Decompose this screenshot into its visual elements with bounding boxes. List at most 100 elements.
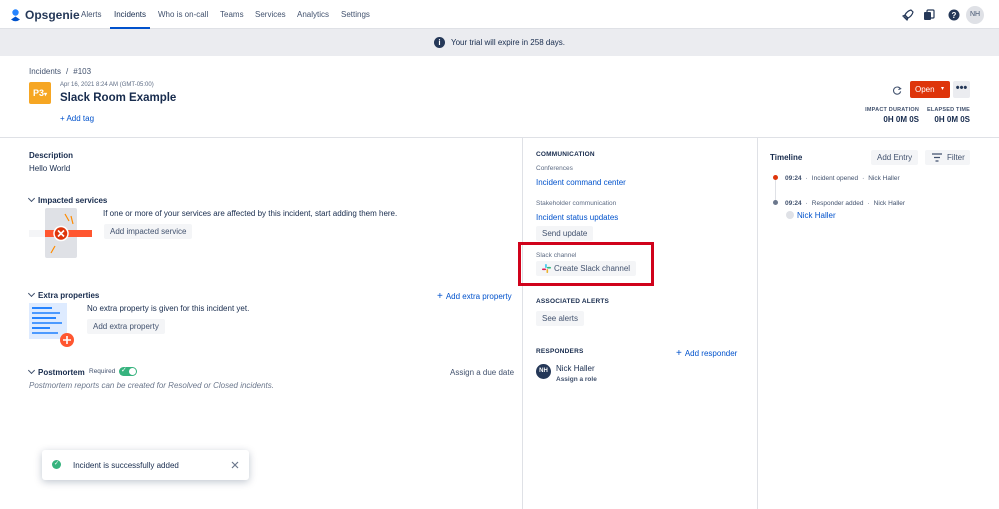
toast-message: Incident is successfully added (73, 461, 179, 470)
trial-banner: i Your trial will expire in 258 days. (0, 29, 999, 56)
app-name: Opsgenie (25, 8, 80, 22)
create-slack-channel-button[interactable]: Create Slack channel (536, 261, 637, 276)
assign-due-date-link[interactable]: Assign a due date (450, 368, 514, 377)
priority-label: P3 (32, 88, 44, 98)
column-divider-right (757, 138, 758, 509)
timeline-separator: · (805, 175, 808, 182)
column-divider-left (522, 138, 523, 509)
impact-duration-label: IMPACT DURATION (865, 107, 919, 113)
user-avatar[interactable]: NH (966, 6, 984, 24)
description-text: Hello World (29, 164, 71, 173)
timeline-time: 09:24 (785, 200, 802, 207)
top-navigation: Opsgenie Alerts Incidents Who is on-call… (0, 0, 999, 29)
timeline-separator: · (867, 200, 870, 207)
success-toast: ✓ Incident is successfully added (42, 450, 249, 480)
timeline-entry: 09:24 · Incident opened · Nick Haller (785, 175, 900, 182)
conferences-label: Conferences (536, 165, 573, 172)
refresh-icon[interactable] (893, 86, 902, 95)
elapsed-time-value: 0H 0M 0S (934, 115, 970, 124)
rocket-icon[interactable] (902, 9, 914, 21)
add-extra-property-button[interactable]: Add extra property (87, 319, 165, 334)
chevron-down-icon (27, 289, 36, 298)
breadcrumb: Incidents / #103 (29, 67, 91, 76)
description-title: Description (29, 151, 74, 160)
extra-properties-label: Extra properties (38, 291, 100, 300)
timeline-title: Timeline (770, 153, 803, 162)
timeline-entry: 09:24 · Responder added · Nick Haller (785, 200, 905, 207)
communication-title: COMMUNICATION (536, 151, 595, 158)
trial-banner-text: Your trial will expire in 258 days. (451, 38, 565, 47)
chevron-down-icon: ▾ (940, 86, 944, 92)
user-icon (786, 211, 794, 219)
incident-date: Apr 16, 2021 8:24 AM (GMT-05:00) (60, 82, 154, 88)
nav-analytics[interactable]: Analytics (297, 0, 329, 29)
timeline-separator: · (805, 200, 808, 207)
postmortem-title[interactable]: Postmortem (27, 366, 85, 377)
slack-channel-label: Slack channel (536, 252, 577, 259)
elapsed-time-label: ELAPSED TIME (926, 107, 970, 113)
nav-teams[interactable]: Teams (220, 0, 244, 29)
responder-name: Nick Haller (556, 364, 595, 373)
create-slack-channel-label: Create Slack channel (554, 264, 631, 273)
assign-role-link[interactable]: Assign a role (556, 376, 597, 383)
add-responder-link[interactable]: + Add responder (676, 348, 737, 359)
add-tag-link[interactable]: + Add tag (60, 114, 94, 123)
add-impacted-service-button[interactable]: Add impacted service (104, 224, 193, 239)
plus-icon: + (676, 348, 682, 359)
plus-icon: + (437, 291, 443, 302)
add-entry-button[interactable]: Add Entry (871, 150, 919, 165)
timeline-dot-opened (773, 175, 778, 180)
priority-badge[interactable]: P3▾ (29, 82, 51, 104)
header-divider (0, 137, 999, 138)
breadcrumb-incidents[interactable]: Incidents (29, 67, 61, 76)
extra-properties-illustration (29, 303, 74, 347)
chevron-down-icon (27, 366, 36, 375)
extra-properties-title[interactable]: Extra properties (27, 289, 100, 300)
nav-incidents[interactable]: Incidents (110, 0, 151, 29)
close-icon[interactable] (231, 461, 239, 469)
timeline-time: 09:24 (785, 175, 802, 182)
see-alerts-button[interactable]: See alerts (536, 311, 585, 326)
apps-icon[interactable] (923, 9, 935, 21)
postmortem-required-toggle[interactable]: ✓ (119, 367, 137, 376)
responders-title: RESPONDERS (536, 348, 584, 355)
impacted-services-label: Impacted services (38, 196, 108, 205)
nav-settings[interactable]: Settings (341, 0, 370, 29)
stakeholder-communication-label: Stakeholder communication (536, 200, 617, 207)
opsgenie-logo[interactable]: Opsgenie (10, 8, 80, 22)
nav-who-is-on-call[interactable]: Who is on-call (158, 0, 208, 29)
incident-title: Slack Room Example (60, 92, 177, 104)
impacted-services-text: If one or more of your services are affe… (103, 209, 398, 218)
impact-duration-value: 0H 0M 0S (883, 115, 919, 124)
svg-text:?: ? (952, 11, 957, 20)
add-extra-property-link[interactable]: + Add extra property (437, 291, 512, 302)
send-update-button[interactable]: Send update (536, 226, 594, 241)
breadcrumb-separator: / (66, 67, 69, 76)
postmortem-label: Postmortem (38, 368, 85, 377)
incident-status-updates-link[interactable]: Incident status updates (536, 213, 618, 222)
responder-avatar: NH (536, 364, 551, 379)
timeline-event: Responder added (811, 200, 864, 207)
check-icon: ✓ (121, 367, 127, 374)
impacted-services-illustration (29, 208, 92, 258)
nav-services[interactable]: Services (255, 0, 286, 29)
help-icon[interactable]: ? (948, 9, 960, 21)
associated-alerts-title: ASSOCIATED ALERTS (536, 298, 610, 305)
filter-button[interactable]: Filter (925, 150, 970, 165)
more-actions-button[interactable]: ••• (953, 81, 970, 98)
success-icon: ✓ (52, 460, 61, 469)
timeline-separator: · (862, 175, 865, 182)
nav-alerts[interactable]: Alerts (81, 0, 101, 29)
add-extra-property-link-label: Add extra property (445, 292, 512, 301)
chevron-down-icon: ▾ (44, 92, 48, 98)
impacted-services-title[interactable]: Impacted services (27, 194, 108, 205)
more-icon: ••• (955, 82, 968, 94)
toggle-knob (129, 368, 136, 375)
status-open-label: Open (915, 85, 935, 94)
timeline-event: Incident opened (811, 175, 859, 182)
status-open-button[interactable]: Open ▾ (910, 81, 950, 98)
timeline-responder-link[interactable]: Nick Haller (797, 211, 836, 220)
incident-command-center-link[interactable]: Incident command center (536, 178, 626, 187)
opsgenie-logo-icon (11, 8, 20, 21)
slack-icon (542, 264, 551, 273)
